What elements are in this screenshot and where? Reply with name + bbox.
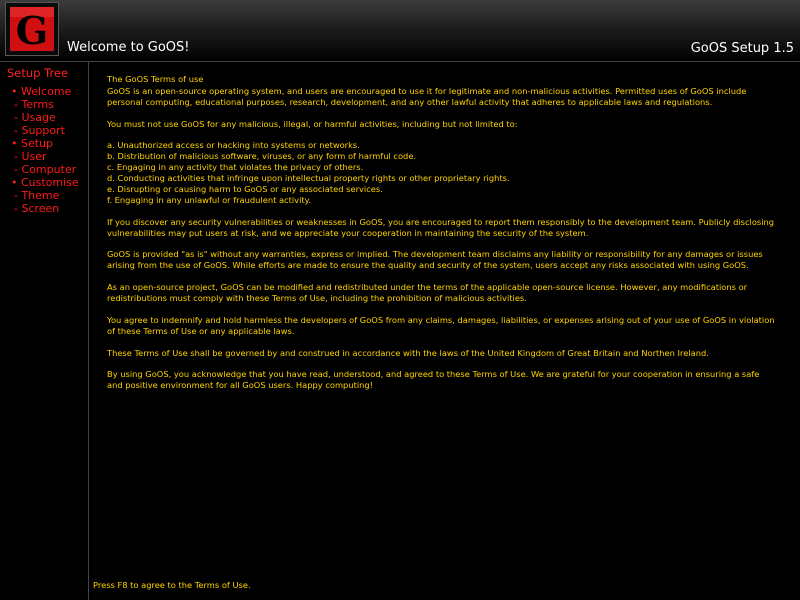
setup-tree-title: Setup Tree	[7, 66, 69, 80]
goos-logo-icon: G	[10, 7, 54, 53]
terms-indemnify: You agree to indemnify and hold harmless…	[107, 314, 775, 336]
tree-item-terms[interactable]: - Terms	[11, 98, 79, 111]
terms-intro: GoOS is an open-source operating system,…	[107, 85, 747, 107]
header-bar: G Welcome to GoOS! GoOS Setup 1.5	[0, 0, 800, 61]
list-item: e. Disrupting or causing harm to GoOS or…	[107, 184, 383, 195]
list-item: c. Engaging in any activity that violate…	[107, 162, 364, 173]
terms-warranty: GoOS is provided "as is" without any war…	[107, 249, 763, 271]
list-item: f. Engaging in any unlawful or fraudulen…	[107, 194, 312, 205]
tree-item-screen[interactable]: - Screen	[11, 202, 79, 215]
goos-logo: G	[5, 2, 59, 56]
terms-prohibited-intro: You must not use GoOS for any malicious,…	[107, 118, 518, 129]
tree-item-welcome[interactable]: • Welcome	[11, 85, 79, 98]
terms-license: As an open-source project, GoOS can be m…	[107, 282, 748, 304]
window-title: Welcome to GoOS!	[67, 40, 190, 55]
list-item: d. Conducting activities that infringe u…	[107, 173, 510, 184]
setup-tree-list: • Welcome - Terms - Usage - Support • Se…	[11, 85, 79, 215]
tree-item-support[interactable]: - Support	[11, 124, 79, 137]
terms-closing: By using GoOS, you acknowledge that you …	[107, 369, 760, 391]
list-item: a. Unauthorized access or hacking into s…	[107, 140, 360, 151]
tree-item-customise[interactable]: • Customise	[11, 176, 79, 189]
tree-item-computer[interactable]: - Computer	[11, 163, 79, 176]
setup-tree-sidebar: Setup Tree • Welcome - Terms - Usage - S…	[0, 62, 89, 600]
tree-item-user[interactable]: - User	[11, 150, 79, 163]
terms-security: If you discover any security vulnerabili…	[107, 216, 775, 238]
terms-title: The GoOS Terms of use	[107, 74, 204, 84]
prohibited-list: a. Unauthorized access or hacking into s…	[107, 140, 775, 205]
svg-text:G: G	[16, 8, 48, 53]
terms-content: The GoOS Terms of use GoOS is an open-so…	[107, 74, 775, 402]
tree-item-setup[interactable]: • Setup	[11, 137, 79, 150]
tree-item-theme[interactable]: - Theme	[11, 189, 79, 202]
header-divider	[0, 61, 800, 62]
tree-item-usage[interactable]: - Usage	[11, 111, 79, 124]
setup-version: GoOS Setup 1.5	[690, 41, 794, 56]
list-item: b. Distribution of malicious software, v…	[107, 151, 417, 162]
terms-governing-law: These Terms of Use shall be governed by …	[107, 347, 709, 358]
agree-hint: Press F8 to agree to the Terms of Use.	[93, 580, 251, 590]
